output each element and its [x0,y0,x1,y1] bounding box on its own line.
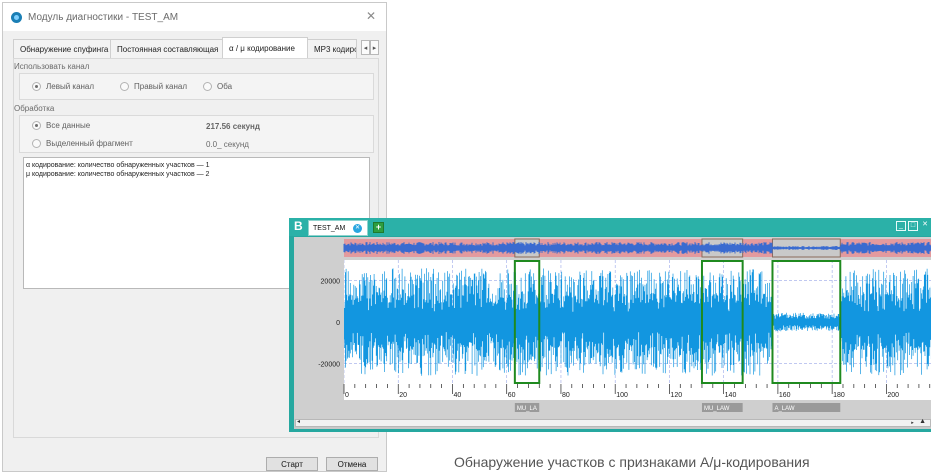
waveform-tabbar: B TEST_AM ✕ + _ □ ✕ [289,218,931,236]
channel-group-title: Использовать канал [14,62,90,71]
segment-label: A_LAW [774,406,794,412]
close-window-icon[interactable]: ✕ [920,221,930,231]
x-tick-label: 80 [562,392,570,399]
segment-label-track: MU_LA MU_LAW A_LAW [344,402,931,414]
close-icon[interactable]: ✕ [364,9,378,23]
scroll-right-icon[interactable]: ▸ [909,420,916,426]
tab-spoofing[interactable]: Обнаружение спуфинга [13,39,111,58]
processing-group-title: Обработка [14,104,55,113]
selection-duration: 0.0_ секунд [206,140,249,149]
maximize-icon[interactable]: □ [908,221,918,231]
waveform-plot[interactable]: 20000 0 -20000 0 20 40 60 80 100 120 140 160 180 200… [294,237,931,419]
all-data-duration: 217.56 секунд [206,122,260,131]
processing-group-box: Все данные 217.56 секунд Выделенный фраг… [19,115,374,153]
x-tick-label: 140 [725,392,737,399]
waveform-window: B TEST_AM ✕ + _ □ ✕ 20000 0 -20000 0 20 40 60… [289,218,931,432]
x-tick-label: 200 [887,392,899,399]
scroll-up-icon[interactable]: ▲ [919,418,926,425]
dialog-title: Модуль диагностики - TEST_AM [28,11,179,23]
radio-label: Левый канал [46,82,95,91]
tab-alpha-mu-coding[interactable]: α / μ кодирование [222,37,308,58]
radio-dot [120,82,129,91]
x-tick-label: 160 [779,392,791,399]
tab-scroll-right-icon[interactable]: ▸ [370,40,379,55]
radio-label: Оба [217,82,233,91]
result-line: μ кодирование: количество обнаруженных у… [26,171,210,178]
y-axis: 20000 0 -20000 [294,257,344,387]
cancel-button[interactable]: Отмена [326,457,378,471]
tab-mp3-coding[interactable]: MP3 кодирова [307,39,357,58]
waveform-body: 20000 0 -20000 0 20 40 60 80 100 120 140 160 180 200… [294,237,931,429]
y-tick-label: 20000 [321,279,341,286]
brand-logo-icon: B [294,219,303,233]
radio-label: Выделенный фрагмент [46,139,133,148]
radio-dot-selected [32,82,41,91]
tab-scroll-left-icon[interactable]: ◂ [361,40,370,55]
start-button[interactable]: Старт [266,457,318,471]
scroll-left-icon[interactable]: ◂ [297,418,300,425]
radio-selected-fragment[interactable]: Выделенный фрагмент [32,139,133,148]
x-axis: 0 20 40 60 80 100 120 140 160 180 200 [343,384,931,400]
radio-label: Правый канал [134,82,187,91]
overview-strip[interactable] [343,238,931,258]
radio-dot-selected [32,121,41,130]
y-tick-label: -20000 [318,361,340,368]
label-track-background [344,402,931,414]
radio-both-channels[interactable]: Оба [203,82,232,91]
x-tick-label: 100 [616,392,628,399]
result-line: α кодирование: количество обнаруженных у… [26,162,210,169]
horizontal-scrollbar[interactable]: ◂ ▸ ▲ [295,418,931,427]
x-tick-label: 120 [670,392,682,399]
radio-right-channel[interactable]: Правый канал [120,82,187,91]
tab-dc-offset[interactable]: Постоянная составляющая [110,39,223,58]
x-tick-label: 60 [508,392,516,399]
tab-scroll-buttons: ◂ ▸ [361,40,379,55]
x-tick-label: 20 [399,392,407,399]
radio-left-channel[interactable]: Левый канал [32,82,94,91]
dialog-titlebar: Модуль диагностики - TEST_AM ✕ [3,3,386,31]
file-tab-label: TEST_AM [313,224,346,232]
tab-strip: Обнаружение спуфинга Постоянная составля… [13,37,379,58]
radio-dot [203,82,212,91]
file-tab[interactable]: TEST_AM ✕ [308,220,368,236]
app-icon [11,11,22,23]
radio-all-data[interactable]: Все данные [32,121,90,130]
radio-label: Все данные [46,121,91,130]
channel-group-box: Левый канал Правый канал Оба [19,73,374,100]
y-tick-label: 0 [336,320,340,327]
x-tick-label: 0 [345,392,349,399]
segment-label: MU_LAW [704,406,730,412]
figure-caption: Обнаружение участков с признаками A/μ-ко… [454,454,810,470]
x-tick-label: 40 [453,392,461,399]
x-tick-label: 180 [833,392,845,399]
segment-label: MU_LA [517,406,537,412]
minimize-icon[interactable]: _ [896,221,906,231]
radio-dot [32,139,41,148]
add-tab-icon[interactable]: + [373,222,384,233]
close-tab-icon[interactable]: ✕ [353,224,362,233]
screenshot-stage: Модуль диагностики - TEST_AM ✕ Обнаружен… [0,0,931,475]
